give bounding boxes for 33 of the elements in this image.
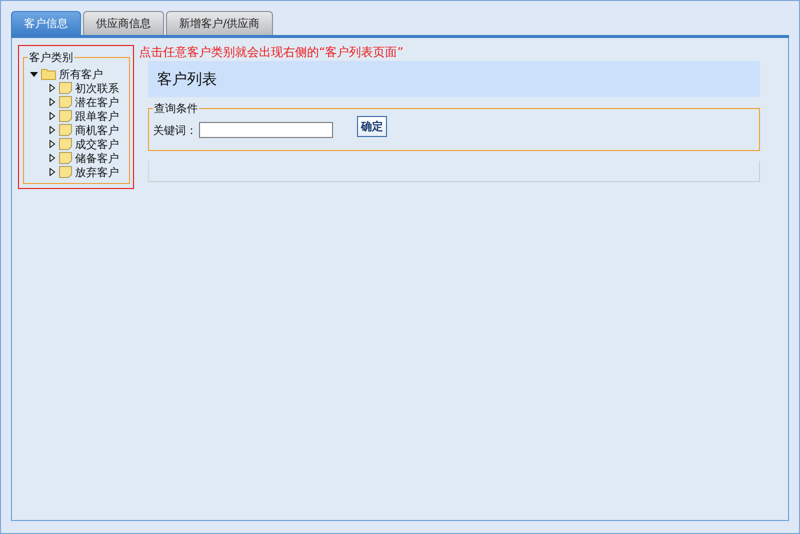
- tree-item[interactable]: 储备客户: [75, 150, 119, 166]
- section-header: 客户列表: [148, 61, 760, 97]
- caret-right-icon[interactable]: [48, 98, 56, 106]
- tree-item[interactable]: 商机客户: [75, 122, 119, 138]
- caret-down-icon[interactable]: [30, 70, 38, 78]
- tree-item[interactable]: 潜在客户: [75, 94, 119, 110]
- note-icon: [59, 166, 72, 178]
- tree-item[interactable]: 成交客户: [75, 136, 119, 152]
- note-icon: [59, 138, 72, 150]
- annotation-text: 点击任意客户类别就会出现右侧的“客户列表页面”: [139, 45, 404, 61]
- caret-right-icon[interactable]: [48, 84, 56, 92]
- caret-right-icon[interactable]: [48, 140, 56, 148]
- note-icon: [59, 96, 72, 108]
- caret-right-icon[interactable]: [48, 126, 56, 134]
- tree-item[interactable]: 放弃客户: [75, 164, 119, 180]
- note-icon: [59, 82, 72, 94]
- keyword-field[interactable]: [199, 122, 333, 138]
- tab[interactable]: 新增客户/供应商: [166, 11, 273, 35]
- tree-item[interactable]: 所有客户: [59, 66, 103, 82]
- folder-icon: [41, 68, 56, 80]
- note-icon: [59, 110, 72, 122]
- group-legend: 查询条件: [153, 101, 199, 116]
- note-icon: [59, 124, 72, 136]
- group-legend: 客户类别: [28, 50, 74, 65]
- note-icon: [59, 152, 72, 164]
- tree-item[interactable]: 跟单客户: [75, 108, 119, 124]
- tree-item[interactable]: 初次联系: [75, 80, 119, 96]
- confirm-button[interactable]: 确定: [357, 116, 387, 136]
- caret-right-icon[interactable]: [48, 154, 56, 162]
- caret-right-icon[interactable]: [48, 168, 56, 176]
- caret-right-icon[interactable]: [48, 112, 56, 120]
- keyword-label: 关键词：: [153, 122, 197, 138]
- tab[interactable]: 供应商信息: [83, 11, 164, 35]
